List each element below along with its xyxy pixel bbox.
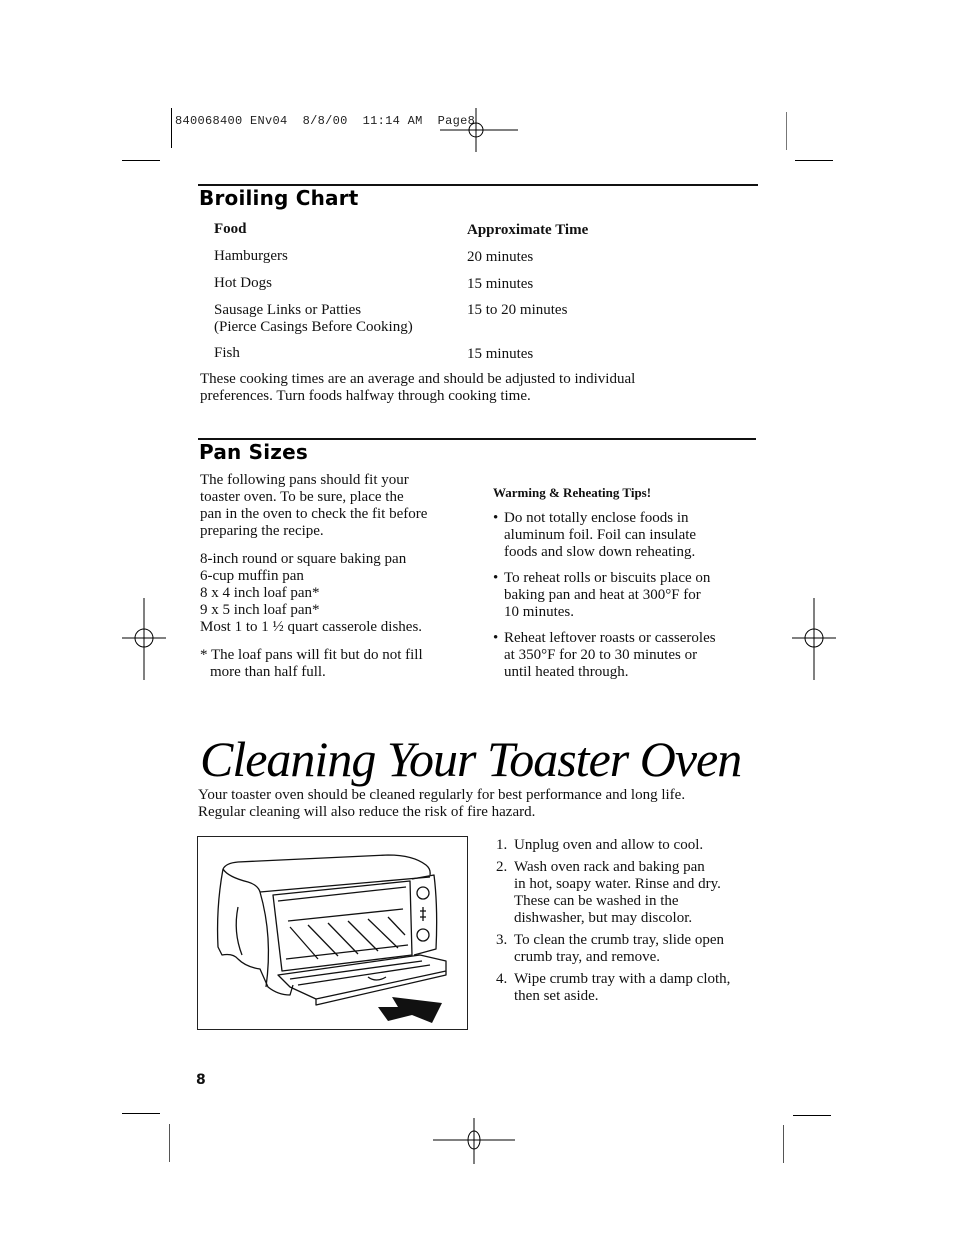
cleaning-title: Cleaning Your Toaster Oven — [200, 731, 742, 787]
pan-intro-line: toaster oven. To be sure, place the — [200, 489, 404, 505]
broiling-note-line: These cooking times are an average and s… — [200, 371, 636, 387]
registration-mark-left — [122, 598, 166, 680]
step-line: then set aside. — [514, 988, 599, 1004]
registration-mark-bottom — [433, 1118, 515, 1164]
step-number: 3. — [496, 932, 508, 948]
step-line: dishwasher, but may discolor. — [514, 910, 693, 926]
registration-mark-right — [792, 598, 836, 680]
tips-list: Do not totally enclose foods in aluminum… — [493, 510, 763, 690]
pan-list-item: 8 x 4 inch loaf pan* — [200, 585, 320, 601]
slug-job-id: 840068400 — [175, 114, 243, 128]
crop-mark-bottom-left-vertical — [169, 1124, 170, 1162]
crop-mark-bottom-right-vertical — [783, 1125, 784, 1163]
pan-list-item: 8-inch round or square baking pan — [200, 551, 407, 567]
step-line: in hot, soapy water. Rinse and dry. — [514, 876, 721, 892]
pan-intro-line: pan in the oven to check the fit before — [200, 506, 428, 522]
tip-line: Reheat leftover roasts or casseroles — [504, 630, 716, 646]
slug-time: 11:14 AM — [362, 114, 423, 128]
column-header-time: Approximate Time — [467, 222, 589, 238]
crop-mark-top-right-horizontal — [795, 160, 833, 161]
toaster-oven-illustration — [216, 854, 447, 1023]
tip-item: Do not totally enclose foods in aluminum… — [493, 510, 763, 561]
step-line: Unplug oven and allow to cool. — [514, 837, 704, 853]
tip-item: To reheat rolls or biscuits place on bak… — [493, 570, 763, 621]
tip-line: aluminum foil. Foil can insulate — [504, 527, 697, 543]
pan-footnote-line: * The loaf pans will fit but do not fill — [200, 647, 423, 663]
pan-footnote-line: more than half full. — [210, 664, 326, 680]
pan-sizes-title: Pan Sizes — [199, 440, 308, 464]
step-line: These can be washed in the — [514, 893, 679, 909]
pan-list-item: 6-cup muffin pan — [200, 568, 304, 584]
page-number: 8 — [196, 1072, 206, 1088]
cleaning-intro-line: Regular cleaning will also reduce the ri… — [198, 804, 536, 820]
step-number: 1. — [496, 837, 508, 853]
tip-line: 10 minutes. — [504, 604, 574, 620]
pan-list-item: 9 x 5 inch loaf pan* — [200, 602, 320, 618]
tip-line: until heated through. — [504, 664, 629, 680]
cleaning-step: 2. Wash oven rack and baking pan in hot,… — [496, 859, 766, 927]
cleaning-step: 3. To clean the crumb tray, slide open c… — [496, 932, 766, 966]
slide-direction-arrow — [378, 997, 442, 1023]
pan-sizes-intro: The following pans should fit your toast… — [200, 472, 470, 540]
registration-mark-top — [440, 108, 518, 152]
cleaning-step: 1. Unplug oven and allow to cool. — [496, 837, 766, 854]
broiling-row-time: 15 minutes — [467, 346, 534, 362]
crop-mark-bottom-left-horizontal — [122, 1113, 160, 1114]
column-header-food: Food — [214, 221, 247, 237]
broiling-row-time: 15 to 20 minutes — [467, 302, 568, 318]
broiling-note-line: preferences. Turn foods halfway through … — [200, 388, 531, 404]
crop-mark-bottom-right-horizontal — [793, 1115, 831, 1116]
tip-line: baking pan and heat at 300°F for — [504, 587, 701, 603]
pan-list-item: Most 1 to 1 ½ quart casserole dishes. — [200, 619, 423, 635]
pan-list: 8-inch round or square baking pan 6-cup … — [200, 551, 480, 636]
step-number: 4. — [496, 971, 508, 987]
broiling-row-time: 20 minutes — [467, 249, 534, 265]
crop-mark-top-left-vertical — [171, 108, 172, 148]
cleaning-intro-line: Your toaster oven should be cleaned regu… — [198, 787, 686, 803]
slug-date: 8/8/00 — [302, 114, 348, 128]
broiling-chart-title: Broiling Chart — [199, 186, 359, 210]
step-line: Wash oven rack and baking pan — [514, 859, 705, 875]
tip-item: Reheat leftover roasts or casseroles at … — [493, 630, 763, 681]
tips-title: Warming & Reheating Tips! — [493, 485, 652, 500]
pan-intro-line: preparing the recipe. — [200, 523, 324, 539]
broiling-row-note: (Pierce Casings Before Cooking) — [214, 319, 413, 335]
crop-mark-top-left-horizontal — [122, 160, 160, 161]
tip-line: at 350°F for 20 to 30 minutes or — [504, 647, 698, 663]
step-line: crumb tray, and remove. — [514, 949, 661, 965]
cleaning-steps: 1. Unplug oven and allow to cool. 2. Was… — [496, 837, 766, 1010]
broiling-row-time: 15 minutes — [467, 276, 534, 292]
toaster-oven-figure — [197, 836, 468, 1030]
step-line: To clean the crumb tray, slide open — [514, 932, 724, 948]
broiling-row-food: Fish — [214, 345, 240, 361]
cleaning-step: 4. Wipe crumb tray with a damp cloth, th… — [496, 971, 766, 1005]
slug-version: ENv04 — [250, 114, 288, 128]
broiling-row-food: Hot Dogs — [214, 275, 272, 291]
printer-slug: 840068400 ENv04 8/8/00 11:14 AM Page8 — [175, 114, 475, 128]
broiling-row-food: Sausage Links or Patties — [214, 302, 362, 318]
pan-intro-line: The following pans should fit your — [200, 472, 409, 488]
tip-line: Do not totally enclose foods in — [504, 510, 689, 526]
pan-footnote: * The loaf pans will fit but do not fill… — [200, 647, 480, 681]
step-number: 2. — [496, 859, 508, 875]
step-line: Wipe crumb tray with a damp cloth, — [514, 971, 731, 987]
tip-line: To reheat rolls or biscuits place on — [504, 570, 711, 586]
tip-line: foods and slow down reheating. — [504, 544, 696, 560]
crop-mark-top-right-vertical — [786, 112, 787, 150]
broiling-row-food: Hamburgers — [214, 248, 288, 264]
